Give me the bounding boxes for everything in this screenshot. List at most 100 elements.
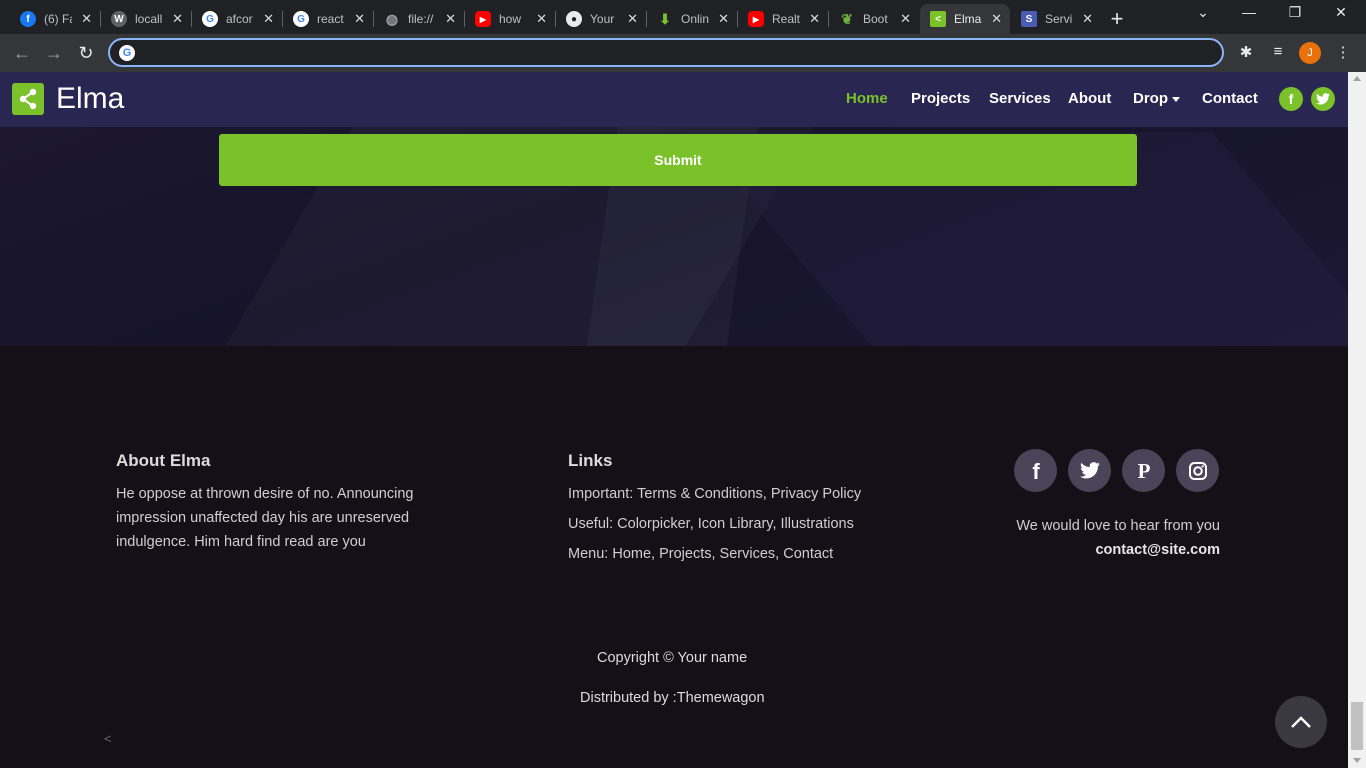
nav-services[interactable]: Services [989, 90, 1051, 107]
browser-tab[interactable]: ▶ how ✕ [465, 4, 555, 34]
page-scrollbar[interactable] [1348, 72, 1366, 768]
browser-tab[interactable]: ⬇ Onlin ✕ [647, 4, 737, 34]
menu-label: Menu: [568, 546, 609, 562]
tab-title: Onlin [681, 12, 709, 26]
svg-text:f: f [1032, 460, 1040, 482]
copyright-text: Copyright © Your name [597, 650, 748, 666]
nav-contact[interactable]: Contact [1202, 90, 1258, 107]
svg-text:f: f [1289, 92, 1294, 106]
close-tab-icon[interactable]: ✕ [627, 11, 638, 27]
nav-drop-label: Drop [1133, 90, 1168, 107]
brand-name[interactable]: Elma [56, 82, 124, 116]
browser-tab[interactable]: S Servi ✕ [1011, 4, 1101, 34]
media-queue-icon[interactable]: ≡ [1268, 43, 1288, 60]
browser-tab[interactable]: ● Your ✕ [556, 4, 646, 34]
close-tab-icon[interactable]: ✕ [809, 11, 820, 27]
close-tab-icon[interactable]: ✕ [900, 11, 911, 27]
links-heading: Links [568, 451, 613, 470]
close-tab-icon[interactable]: ✕ [536, 11, 547, 27]
browser-tab[interactable]: Wlocall ✕ [101, 4, 191, 34]
wordpress-icon: W [111, 11, 127, 27]
facebook-icon: f [20, 11, 36, 27]
site-navbar: Elma Home Projects Services About Drop C… [0, 72, 1348, 127]
browser-tab[interactable]: ❦ Boot ✕ [829, 4, 919, 34]
pinterest-icon[interactable]: P [1122, 449, 1165, 492]
tab-title: Servi [1045, 12, 1073, 26]
footer-services-link[interactable]: Services, [720, 546, 780, 562]
browser-tab[interactable]: ▶ Realt ✕ [738, 4, 828, 34]
menu-kebab-icon[interactable]: ⋮ [1333, 43, 1353, 61]
facebook-icon[interactable]: f [1014, 449, 1057, 492]
links-important: Important: Terms & Conditions, Privacy P… [568, 482, 928, 506]
instagram-icon[interactable] [1176, 449, 1219, 492]
extensions-icon[interactable]: ✱ [1236, 43, 1256, 61]
globe-icon: ◍ [385, 10, 399, 27]
scrollbar-thumb[interactable] [1351, 702, 1363, 750]
new-tab-button[interactable]: + [1106, 6, 1128, 32]
close-tab-icon[interactable]: ✕ [718, 11, 729, 27]
icon-library-link[interactable]: Icon Library, [698, 516, 777, 532]
browser-tab[interactable]: Gafcor ✕ [192, 4, 282, 34]
nav-home[interactable]: Home [846, 90, 888, 107]
distributed-by-text[interactable]: Distributed by :Themewagon [580, 690, 765, 706]
reload-icon[interactable]: ↻ [74, 41, 98, 65]
nav-drop[interactable]: Drop [1133, 90, 1180, 107]
leaf-icon: ❦ [841, 10, 853, 27]
contact-email[interactable]: contact@site.com [960, 538, 1220, 562]
chevron-up-icon [1291, 716, 1311, 728]
close-window-icon[interactable]: ✕ [1329, 4, 1353, 21]
forward-icon[interactable]: → [42, 41, 66, 65]
colorpicker-link[interactable]: Colorpicker, [617, 516, 694, 532]
nav-projects[interactable]: Projects [911, 90, 970, 107]
browser-tab[interactable]: f (6) Fa ✕ [10, 4, 100, 34]
contact-line: We would love to hear from you [1016, 518, 1220, 534]
footer-home-link[interactable]: Home, [612, 546, 655, 562]
tab-title: file:// [408, 12, 434, 26]
profile-avatar[interactable]: J [1299, 42, 1321, 64]
svg-text:P: P [1137, 461, 1150, 481]
links-menu: Menu: Home, Projects, Services, Contact [568, 542, 928, 566]
tab-title: Elma [954, 12, 982, 26]
share-logo-icon[interactable] [12, 83, 44, 115]
twitter-icon[interactable] [1068, 449, 1111, 492]
browser-tab[interactable]: < Elma ✕ [920, 4, 1010, 34]
tab-title: locall [135, 12, 163, 26]
tab-title: afcor [226, 12, 253, 26]
scroll-to-top-button[interactable] [1275, 696, 1327, 748]
tab-title: how [499, 12, 522, 26]
tab-title: Your [590, 12, 615, 26]
twitter-icon[interactable] [1311, 87, 1335, 111]
scroll-down-arrow-icon[interactable] [1353, 758, 1361, 763]
close-tab-icon[interactable]: ✕ [1082, 11, 1093, 27]
minimize-icon[interactable]: — [1237, 4, 1261, 20]
footer-contact-link[interactable]: Contact [783, 546, 833, 562]
address-bar[interactable]: G [108, 38, 1224, 67]
browser-tab[interactable]: Greact ✕ [283, 4, 373, 34]
google-icon: G [293, 11, 309, 27]
close-tab-icon[interactable]: ✕ [172, 11, 183, 27]
tab-search-icon[interactable]: ⌄ [1191, 4, 1215, 21]
youtube-icon: ▶ [475, 11, 491, 27]
close-tab-icon[interactable]: ✕ [263, 11, 274, 27]
terms-link[interactable]: Terms & Conditions, [637, 486, 767, 502]
google-icon: G [202, 11, 218, 27]
close-tab-icon[interactable]: ✕ [445, 11, 456, 27]
facebook-icon[interactable]: f [1279, 87, 1303, 111]
close-tab-icon[interactable]: ✕ [354, 11, 365, 27]
illustrations-link[interactable]: Illustrations [781, 516, 854, 532]
nav-about[interactable]: About [1068, 90, 1111, 107]
footer-projects-link[interactable]: Projects, [659, 546, 715, 562]
close-tab-icon[interactable]: ✕ [991, 11, 1002, 27]
about-text: He oppose at thrown desire of no. Announ… [116, 486, 414, 550]
scroll-up-arrow-icon[interactable] [1353, 76, 1361, 81]
restore-icon[interactable]: ❐ [1283, 4, 1307, 21]
address-input[interactable] [140, 43, 1200, 63]
tab-title: react [317, 12, 344, 26]
privacy-link[interactable]: Privacy Policy [771, 486, 861, 502]
browser-tab[interactable]: ◍ file:// ✕ [374, 4, 464, 34]
about-heading: About Elma [116, 451, 211, 470]
browser-toolbar: ← → ↻ G ✱ ≡ J ⋮ [0, 34, 1366, 72]
back-icon[interactable]: ← [10, 41, 34, 65]
close-tab-icon[interactable]: ✕ [81, 11, 92, 27]
submit-button[interactable]: Submit [219, 134, 1137, 186]
